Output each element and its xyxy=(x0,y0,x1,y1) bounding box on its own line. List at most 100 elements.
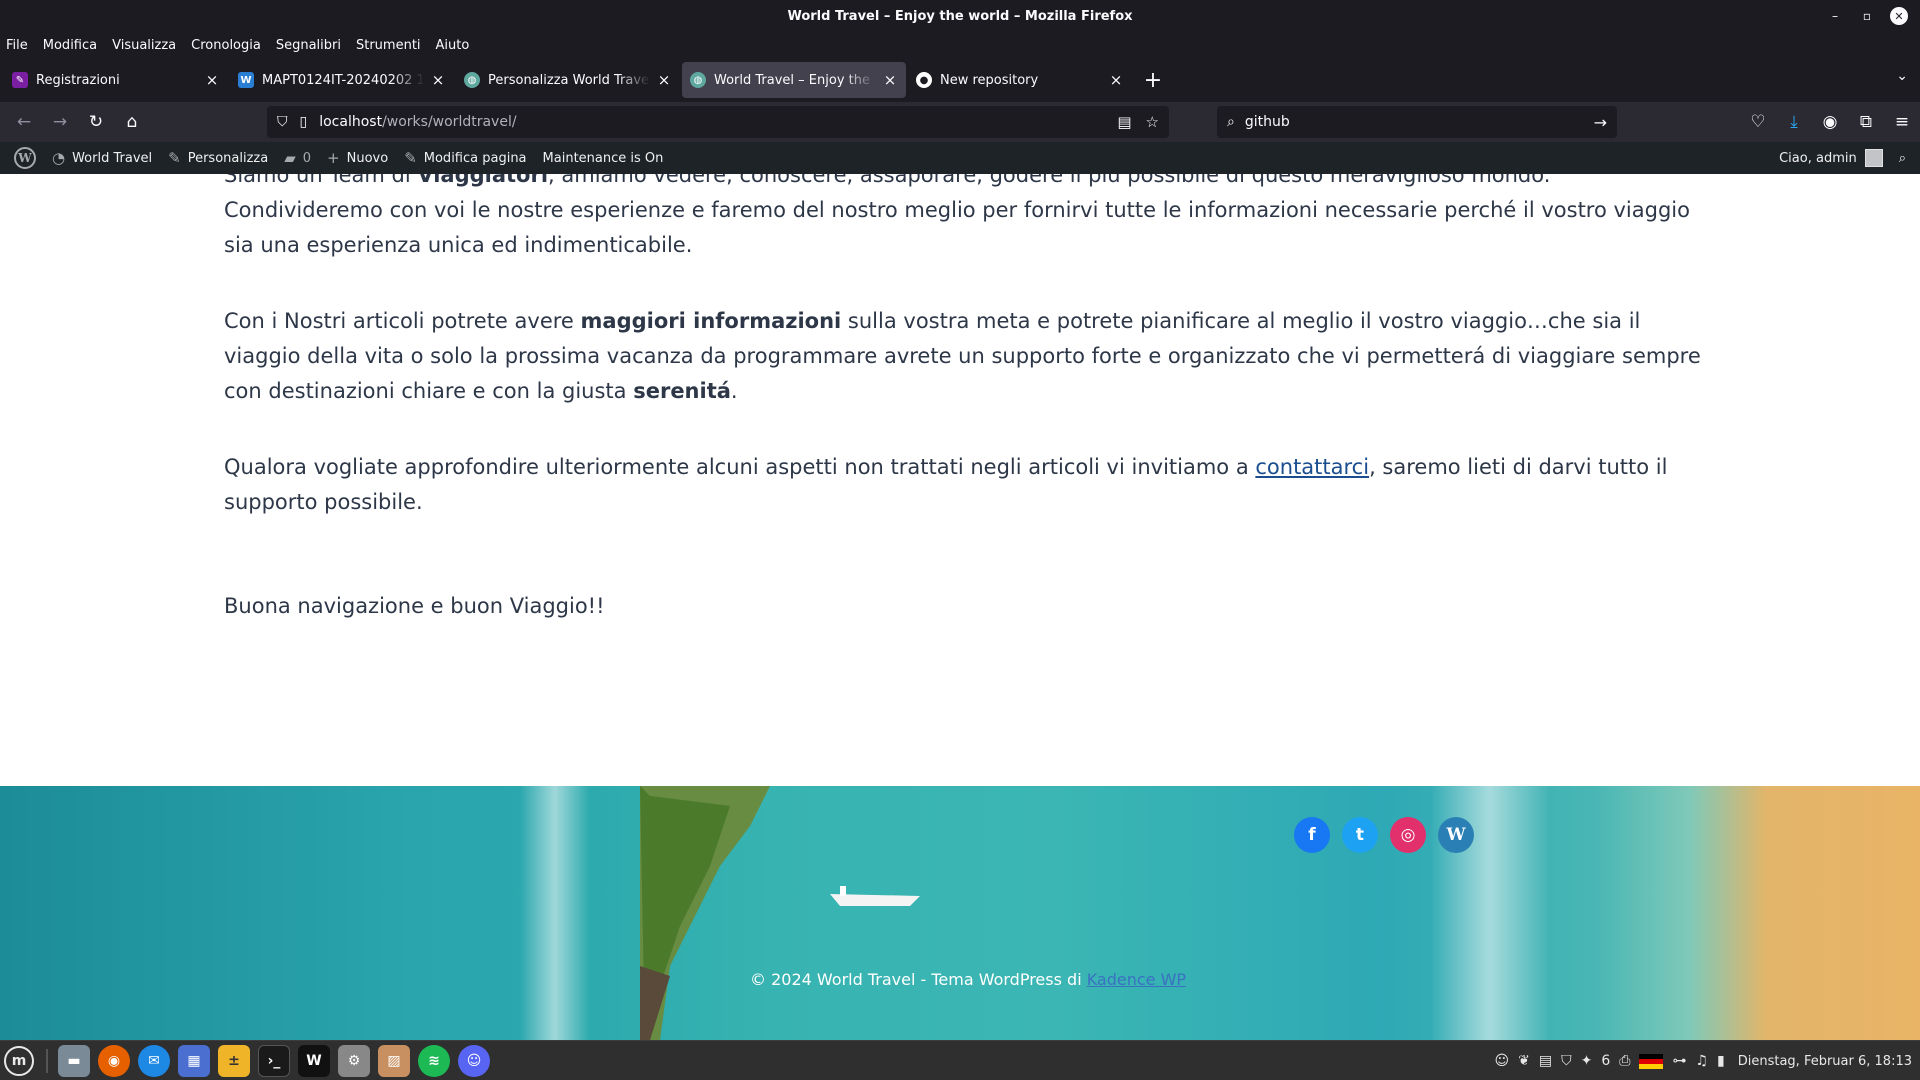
wordpress-icon[interactable]: W xyxy=(1438,817,1474,853)
twitter-icon[interactable]: t xyxy=(1342,817,1378,853)
battery-tray-icon[interactable]: ▮ xyxy=(1717,1053,1725,1069)
tab-label: New repository xyxy=(940,72,1039,88)
menu-cronologia[interactable]: Cronologia xyxy=(191,38,261,53)
mint-menu-icon[interactable]: m xyxy=(4,1045,34,1076)
menu-hamburger-icon[interactable]: ≡ xyxy=(1884,106,1920,138)
tab-personalizza[interactable]: ◍ Personalizza World Travel – × xyxy=(456,62,680,98)
my-account-link[interactable]: Ciao, admin xyxy=(1771,142,1891,174)
wp-logo-menu[interactable]: W xyxy=(6,142,44,174)
search-input[interactable]: github xyxy=(1245,114,1290,130)
instagram-icon[interactable]: ◎ xyxy=(1390,817,1426,853)
webstorm-icon[interactable]: W xyxy=(298,1044,330,1077)
avatar xyxy=(1864,149,1883,167)
contact-paragraph: Qualora vogliate approfondire ulteriorme… xyxy=(224,450,1704,520)
shield-icon[interactable]: ⛉ xyxy=(277,114,288,130)
thunderbird-icon[interactable]: ✉ xyxy=(138,1044,170,1077)
updates-tray-icon[interactable]: ✦ xyxy=(1581,1053,1593,1069)
kadence-link[interactable]: Kadence WP xyxy=(1087,970,1186,989)
menu-segnalibri[interactable]: Segnalibri xyxy=(276,38,341,53)
terminal-icon[interactable]: ›_ xyxy=(258,1044,290,1077)
network-tray-icon[interactable]: ⊶ xyxy=(1672,1053,1686,1069)
url-path[interactable]: /works/worldtravel/ xyxy=(382,114,516,130)
wp-admin-bar: W ◔ World Travel ✎ Personalizza ▰ 0 + Nu… xyxy=(0,142,1920,174)
menu-file[interactable]: File xyxy=(6,38,28,53)
navigation-toolbar: ← → ↻ ⌂ ⛉ ▯ localhost/works/worldtravel/… xyxy=(0,102,1920,142)
shield-tray-icon[interactable]: ⛉ xyxy=(1561,1053,1572,1069)
comments-count: 0 xyxy=(302,150,312,166)
close-window-button[interactable]: ✕ xyxy=(1890,7,1908,25)
new-content-link[interactable]: + Nuovo xyxy=(319,142,396,174)
admin-search-icon[interactable]: ⌕ xyxy=(1891,142,1914,174)
extensions-icon[interactable]: ⧉ xyxy=(1848,106,1884,138)
tab-close-icon[interactable]: × xyxy=(656,71,672,89)
text-run: Siamo un Team di xyxy=(224,174,418,187)
registrazioni-favicon-icon: ✎ xyxy=(12,72,28,88)
notes-tray-icon[interactable]: ❦ xyxy=(1518,1053,1530,1069)
calculator-icon[interactable]: ± xyxy=(218,1044,250,1077)
customize-label: Personalizza xyxy=(187,150,269,166)
sound-tray-icon[interactable]: ♫ xyxy=(1695,1053,1708,1069)
contact-link[interactable]: contattarci xyxy=(1255,455,1369,479)
pencil-icon: ✎ xyxy=(404,149,417,167)
image-viewer-icon[interactable]: ▨ xyxy=(378,1044,410,1077)
reader-view-icon[interactable]: ▤ xyxy=(1117,113,1131,131)
maintenance-status-link[interactable]: Maintenance is On xyxy=(535,142,672,174)
menu-aiuto[interactable]: Aiuto xyxy=(436,38,470,53)
bold-text: Viaggiatori xyxy=(417,174,549,187)
reload-icon[interactable]: ↻ xyxy=(78,106,114,138)
system-tray: ☺ ❦ ▤ ⛉ ✦ 6 ⎙ ⊶ ♫ ▮ Dienstag, Februar 6,… xyxy=(1495,1041,1912,1080)
facebook-icon[interactable]: f xyxy=(1294,817,1330,853)
tab-close-icon[interactable]: × xyxy=(882,71,898,89)
clipboard-tray-icon[interactable]: ▤ xyxy=(1539,1053,1552,1069)
forward-icon[interactable]: → xyxy=(42,106,78,138)
discord-tray-icon[interactable]: ☺ xyxy=(1495,1053,1510,1069)
url-bar[interactable]: ⛉ ▯ localhost/works/worldtravel/ ▤ ☆ xyxy=(267,106,1169,138)
new-tab-button[interactable]: + xyxy=(1138,65,1168,95)
url-host[interactable]: localhost xyxy=(319,114,382,130)
clock[interactable]: Dienstag, Februar 6, 18:13 xyxy=(1738,1054,1912,1069)
downloads-icon[interactable]: ⤓ xyxy=(1776,106,1812,138)
spotify-icon[interactable]: ≋ xyxy=(418,1044,450,1077)
settings-icon[interactable]: ⚙ xyxy=(338,1044,370,1077)
bold-text: serenitá xyxy=(633,379,731,403)
site-name-link[interactable]: ◔ World Travel xyxy=(44,142,160,174)
window-title: World Travel – Enjoy the world – Mozilla… xyxy=(787,8,1133,24)
list-all-tabs-icon[interactable]: ⌄ xyxy=(1896,68,1908,84)
minimize-button[interactable]: – xyxy=(1826,7,1844,25)
printer-tray-icon[interactable]: ⎙ xyxy=(1619,1053,1630,1069)
tab-label: World Travel – Enjoy the wo xyxy=(714,72,876,88)
files-icon[interactable]: ▬ xyxy=(58,1044,90,1077)
firefox-icon[interactable]: ◉ xyxy=(98,1044,130,1077)
tab-world-travel[interactable]: ◍ World Travel – Enjoy the wo × xyxy=(682,62,906,98)
search-bar[interactable]: ⌕ github → xyxy=(1217,106,1617,138)
pocket-icon[interactable]: ♡ xyxy=(1740,106,1776,138)
tab-new-repository[interactable]: ● New repository × xyxy=(908,62,1132,98)
tab-mapt[interactable]: W MAPT0124IT-20240202 180 × xyxy=(230,62,454,98)
back-icon[interactable]: ← xyxy=(6,106,42,138)
tab-registrazioni[interactable]: ✎ Registrazioni × xyxy=(4,62,228,98)
screenshot-icon[interactable]: ▦ xyxy=(178,1044,210,1077)
maximize-button[interactable]: ▫ xyxy=(1858,7,1876,25)
copyright-text: © 2024 World Travel - Tema WordPress di xyxy=(750,970,1087,989)
edit-page-link[interactable]: ✎ Modifica pagina xyxy=(396,142,534,174)
discord-icon[interactable]: ☺ xyxy=(458,1044,490,1077)
menu-strumenti[interactable]: Strumenti xyxy=(356,38,421,53)
customize-link[interactable]: ✎ Personalizza xyxy=(160,142,276,174)
bookmark-star-icon[interactable]: ☆ xyxy=(1146,113,1159,131)
tab-close-icon[interactable]: × xyxy=(430,71,446,89)
text-run: Condivideremo con voi le nostre esperien… xyxy=(224,198,1690,257)
globe-favicon-icon: ◍ xyxy=(690,72,706,88)
wordpress-logo-icon: W xyxy=(14,147,36,169)
menu-modifica[interactable]: Modifica xyxy=(43,38,97,53)
tab-label: Personalizza World Travel – xyxy=(488,72,650,88)
search-go-icon[interactable]: → xyxy=(1594,113,1607,132)
menu-visualizza[interactable]: Visualizza xyxy=(112,38,176,53)
comments-link[interactable]: ▰ 0 xyxy=(276,142,319,174)
account-icon[interactable]: ◉ xyxy=(1812,106,1848,138)
tab-close-icon[interactable]: × xyxy=(204,71,220,89)
keyboard-layout-flag-icon[interactable] xyxy=(1639,1053,1664,1069)
page-content: Siamo un Team di Viaggiatori, amiamo ved… xyxy=(0,174,1920,786)
tab-close-icon[interactable]: × xyxy=(1108,71,1124,89)
home-icon[interactable]: ⌂ xyxy=(114,106,150,138)
page-icon[interactable]: ▯ xyxy=(300,114,308,130)
